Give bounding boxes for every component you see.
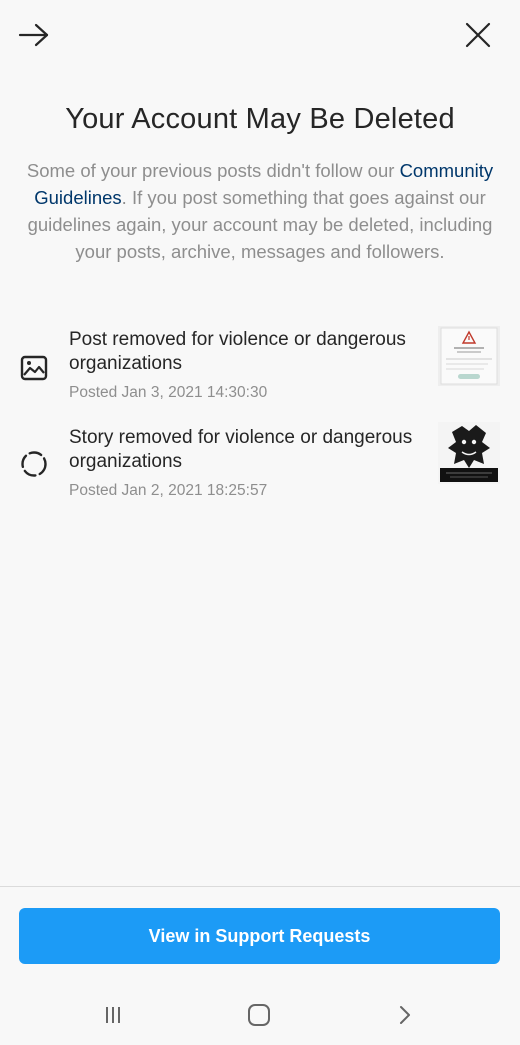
back-button[interactable] xyxy=(380,990,430,1040)
forward-button[interactable] xyxy=(14,15,54,55)
violation-item[interactable]: Post removed for violence or dangerous o… xyxy=(0,326,520,406)
recent-apps-icon xyxy=(106,1007,120,1023)
violation-type-icon xyxy=(18,352,50,384)
violation-text: Story removed for violence or dangerous … xyxy=(69,426,429,500)
violation-date: Posted Jan 3, 2021 14:30:30 xyxy=(69,384,268,401)
home-icon xyxy=(248,1004,270,1026)
home-button[interactable] xyxy=(234,990,284,1040)
close-icon xyxy=(465,22,491,48)
view-support-requests-button[interactable]: View in Support Requests xyxy=(19,908,500,964)
account-warning-screen: Your Account May Be Deleted Some of your… xyxy=(0,0,520,1045)
description-text-before: Some of your previous posts didn't follo… xyxy=(26,160,400,181)
close-button[interactable] xyxy=(458,15,498,55)
violation-text: Post removed for violence or dangerous o… xyxy=(69,328,429,402)
violation-title: Story removed for violence or dangerous … xyxy=(69,427,413,472)
page-title: Your Account May Be Deleted xyxy=(65,103,455,135)
image-icon xyxy=(20,355,48,381)
violation-title: Post removed for violence or dangerous o… xyxy=(69,329,406,374)
arrow-right-icon xyxy=(18,23,49,47)
recent-apps-button[interactable] xyxy=(88,990,138,1040)
back-icon xyxy=(400,1006,410,1024)
footer-divider xyxy=(0,886,520,887)
post-thumbnail-image xyxy=(438,326,500,386)
system-navigation-bar xyxy=(0,990,520,1040)
top-bar xyxy=(0,0,520,70)
story-thumbnail[interactable] xyxy=(438,422,500,484)
warning-description: Some of your previous posts didn't follo… xyxy=(14,157,506,265)
story-thumbnail-image xyxy=(438,422,500,484)
violation-type-icon xyxy=(18,448,50,480)
violation-item[interactable]: Story removed for violence or dangerous … xyxy=(0,422,520,504)
post-thumbnail[interactable] xyxy=(438,326,500,386)
violation-date: Posted Jan 2, 2021 18:25:57 xyxy=(69,482,268,499)
story-icon xyxy=(21,451,47,477)
